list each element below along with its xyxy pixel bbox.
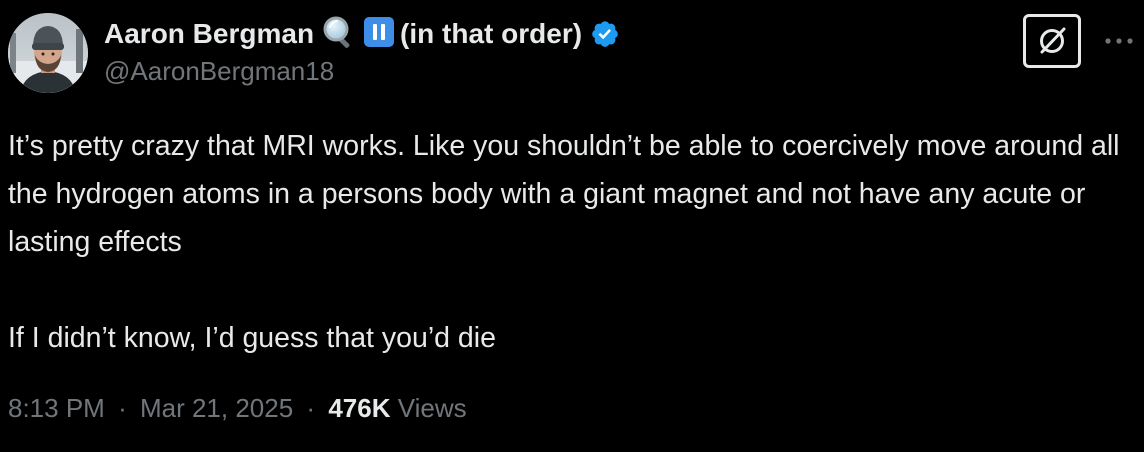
pause-icon (364, 16, 395, 52)
tweet-paragraph-1: It’s pretty crazy that MRI works. Like y… (8, 130, 1120, 258)
tweet-card: Aaron Bergman (in that order) @AaronBerg… (0, 0, 1144, 452)
views-label: Views (397, 393, 467, 423)
tweet-meta: 8:13 PM · Mar 21, 2025 · 476K Views (8, 393, 467, 424)
grok-icon (1040, 27, 1066, 54)
display-name[interactable]: Aaron Bergman (104, 18, 314, 50)
avatar[interactable] (8, 13, 88, 93)
tweet-paragraph-2: If I didn’t know, I’d guess that you’d d… (8, 322, 496, 354)
views-count: 476K (328, 393, 391, 423)
display-name-suffix: (in that order) (400, 18, 583, 49)
meta-separator: · (118, 393, 127, 423)
verified-badge-icon[interactable] (590, 19, 620, 49)
tweet-time[interactable]: 8:13 PM (8, 393, 105, 423)
tweet-text: It’s pretty crazy that MRI works. Like y… (8, 122, 1128, 362)
tweet-date[interactable]: Mar 21, 2025 (140, 393, 293, 423)
more-dots-icon (1105, 38, 1133, 44)
author-name-row: Aaron Bergman (in that order) (104, 14, 620, 54)
author-handle[interactable]: @AaronBergman18 (104, 56, 334, 87)
meta-separator: · (306, 393, 316, 423)
avatar-image (8, 13, 88, 93)
magnifying-glass-icon (322, 15, 356, 54)
grok-button[interactable] (1023, 14, 1081, 68)
more-options-button[interactable] (1102, 26, 1136, 56)
